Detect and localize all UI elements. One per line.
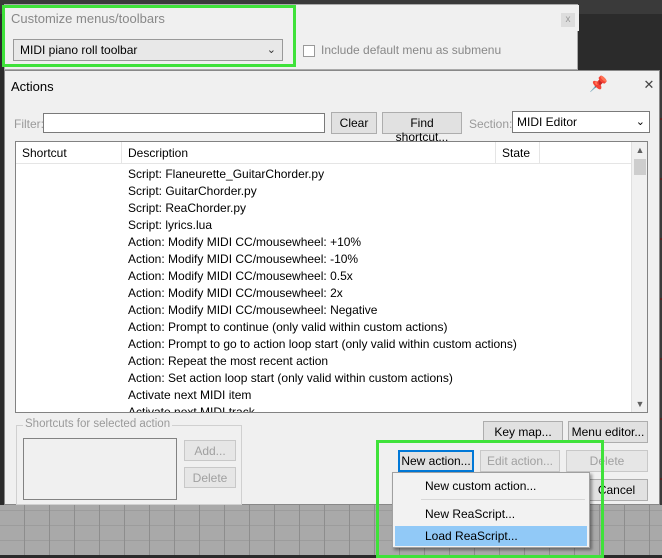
column-header-description[interactable]: Description ⌃ [122,142,496,164]
column-header-description-label: Description [128,146,189,160]
list-item[interactable]: Script: GuitarChorder.py [16,183,631,200]
filter-input[interactable] [43,113,325,133]
section-select-value: MIDI Editor [517,115,578,129]
actions-close-button[interactable]: ✕ [641,77,657,93]
clear-button[interactable]: Clear [331,112,377,134]
list-item[interactable]: Action: Modify MIDI CC/mousewheel: -10% [16,251,631,268]
shortcuts-group: Shortcuts for selected action Add... Del… [16,418,242,505]
list-item[interactable]: Script: ReaChorder.py [16,200,631,217]
list-scrollbar[interactable]: ▲ ▼ [631,142,647,412]
sort-ascending-icon: ⌃ [412,141,421,147]
chevron-down-icon: ⌄ [635,116,645,128]
highlight-box-new-action [376,440,604,558]
column-header-state[interactable]: State [496,142,540,164]
column-header-shortcut[interactable]: Shortcut [16,142,122,164]
scroll-thumb[interactable] [634,159,646,175]
include-default-checkbox[interactable] [303,45,315,57]
scroll-up-icon[interactable]: ▲ [632,142,647,158]
list-item[interactable]: Action: Prompt to continue (only valid w… [16,319,631,336]
list-item[interactable]: Activate next MIDI item [16,387,631,404]
section-select[interactable]: MIDI Editor ⌄ [512,111,650,133]
include-default-label: Include default menu as submenu [321,43,502,57]
actions-list-rows: Script: Flaneurette_GuitarChorder.py Scri… [16,166,631,412]
section-label: Section: [469,117,513,131]
highlight-box-customize [2,5,296,67]
list-item[interactable]: Action: Set action loop start (only vali… [16,370,631,387]
list-item[interactable]: Action: Modify MIDI CC/mousewheel: +10% [16,234,631,251]
list-item[interactable]: Action: Modify MIDI CC/mousewheel: 2x [16,285,631,302]
filter-label: Filter: [14,117,44,131]
actions-list-header: Shortcut Description ⌃ State [16,142,631,164]
add-shortcut-button[interactable]: Add... [184,440,236,461]
shortcuts-group-label: Shortcuts for selected action [23,418,173,430]
actions-dialog-title: Actions [11,79,54,94]
customize-close-button[interactable]: x [561,13,575,27]
pin-icon[interactable]: 📌 [589,75,608,93]
list-item[interactable]: Action: Prompt to go to action loop star… [16,336,631,353]
actions-list[interactable]: Shortcut Description ⌃ State Script: Fla… [15,141,648,413]
list-item[interactable]: Script: Flaneurette_GuitarChorder.py [16,166,631,183]
shortcuts-list[interactable] [23,438,177,500]
find-shortcut-button[interactable]: Find shortcut... [382,112,462,144]
list-item[interactable]: Action: Repeat the most recent action [16,353,631,370]
list-item[interactable]: Action: Modify MIDI CC/mousewheel: Negat… [16,302,631,319]
list-item[interactable]: Script: lyrics.lua [16,217,631,234]
list-item[interactable]: Action: Modify MIDI CC/mousewheel: 0.5x [16,268,631,285]
list-item[interactable]: Activate next MIDI track [16,404,631,412]
delete-shortcut-button[interactable]: Delete [184,467,236,488]
scroll-down-icon[interactable]: ▼ [632,396,647,412]
